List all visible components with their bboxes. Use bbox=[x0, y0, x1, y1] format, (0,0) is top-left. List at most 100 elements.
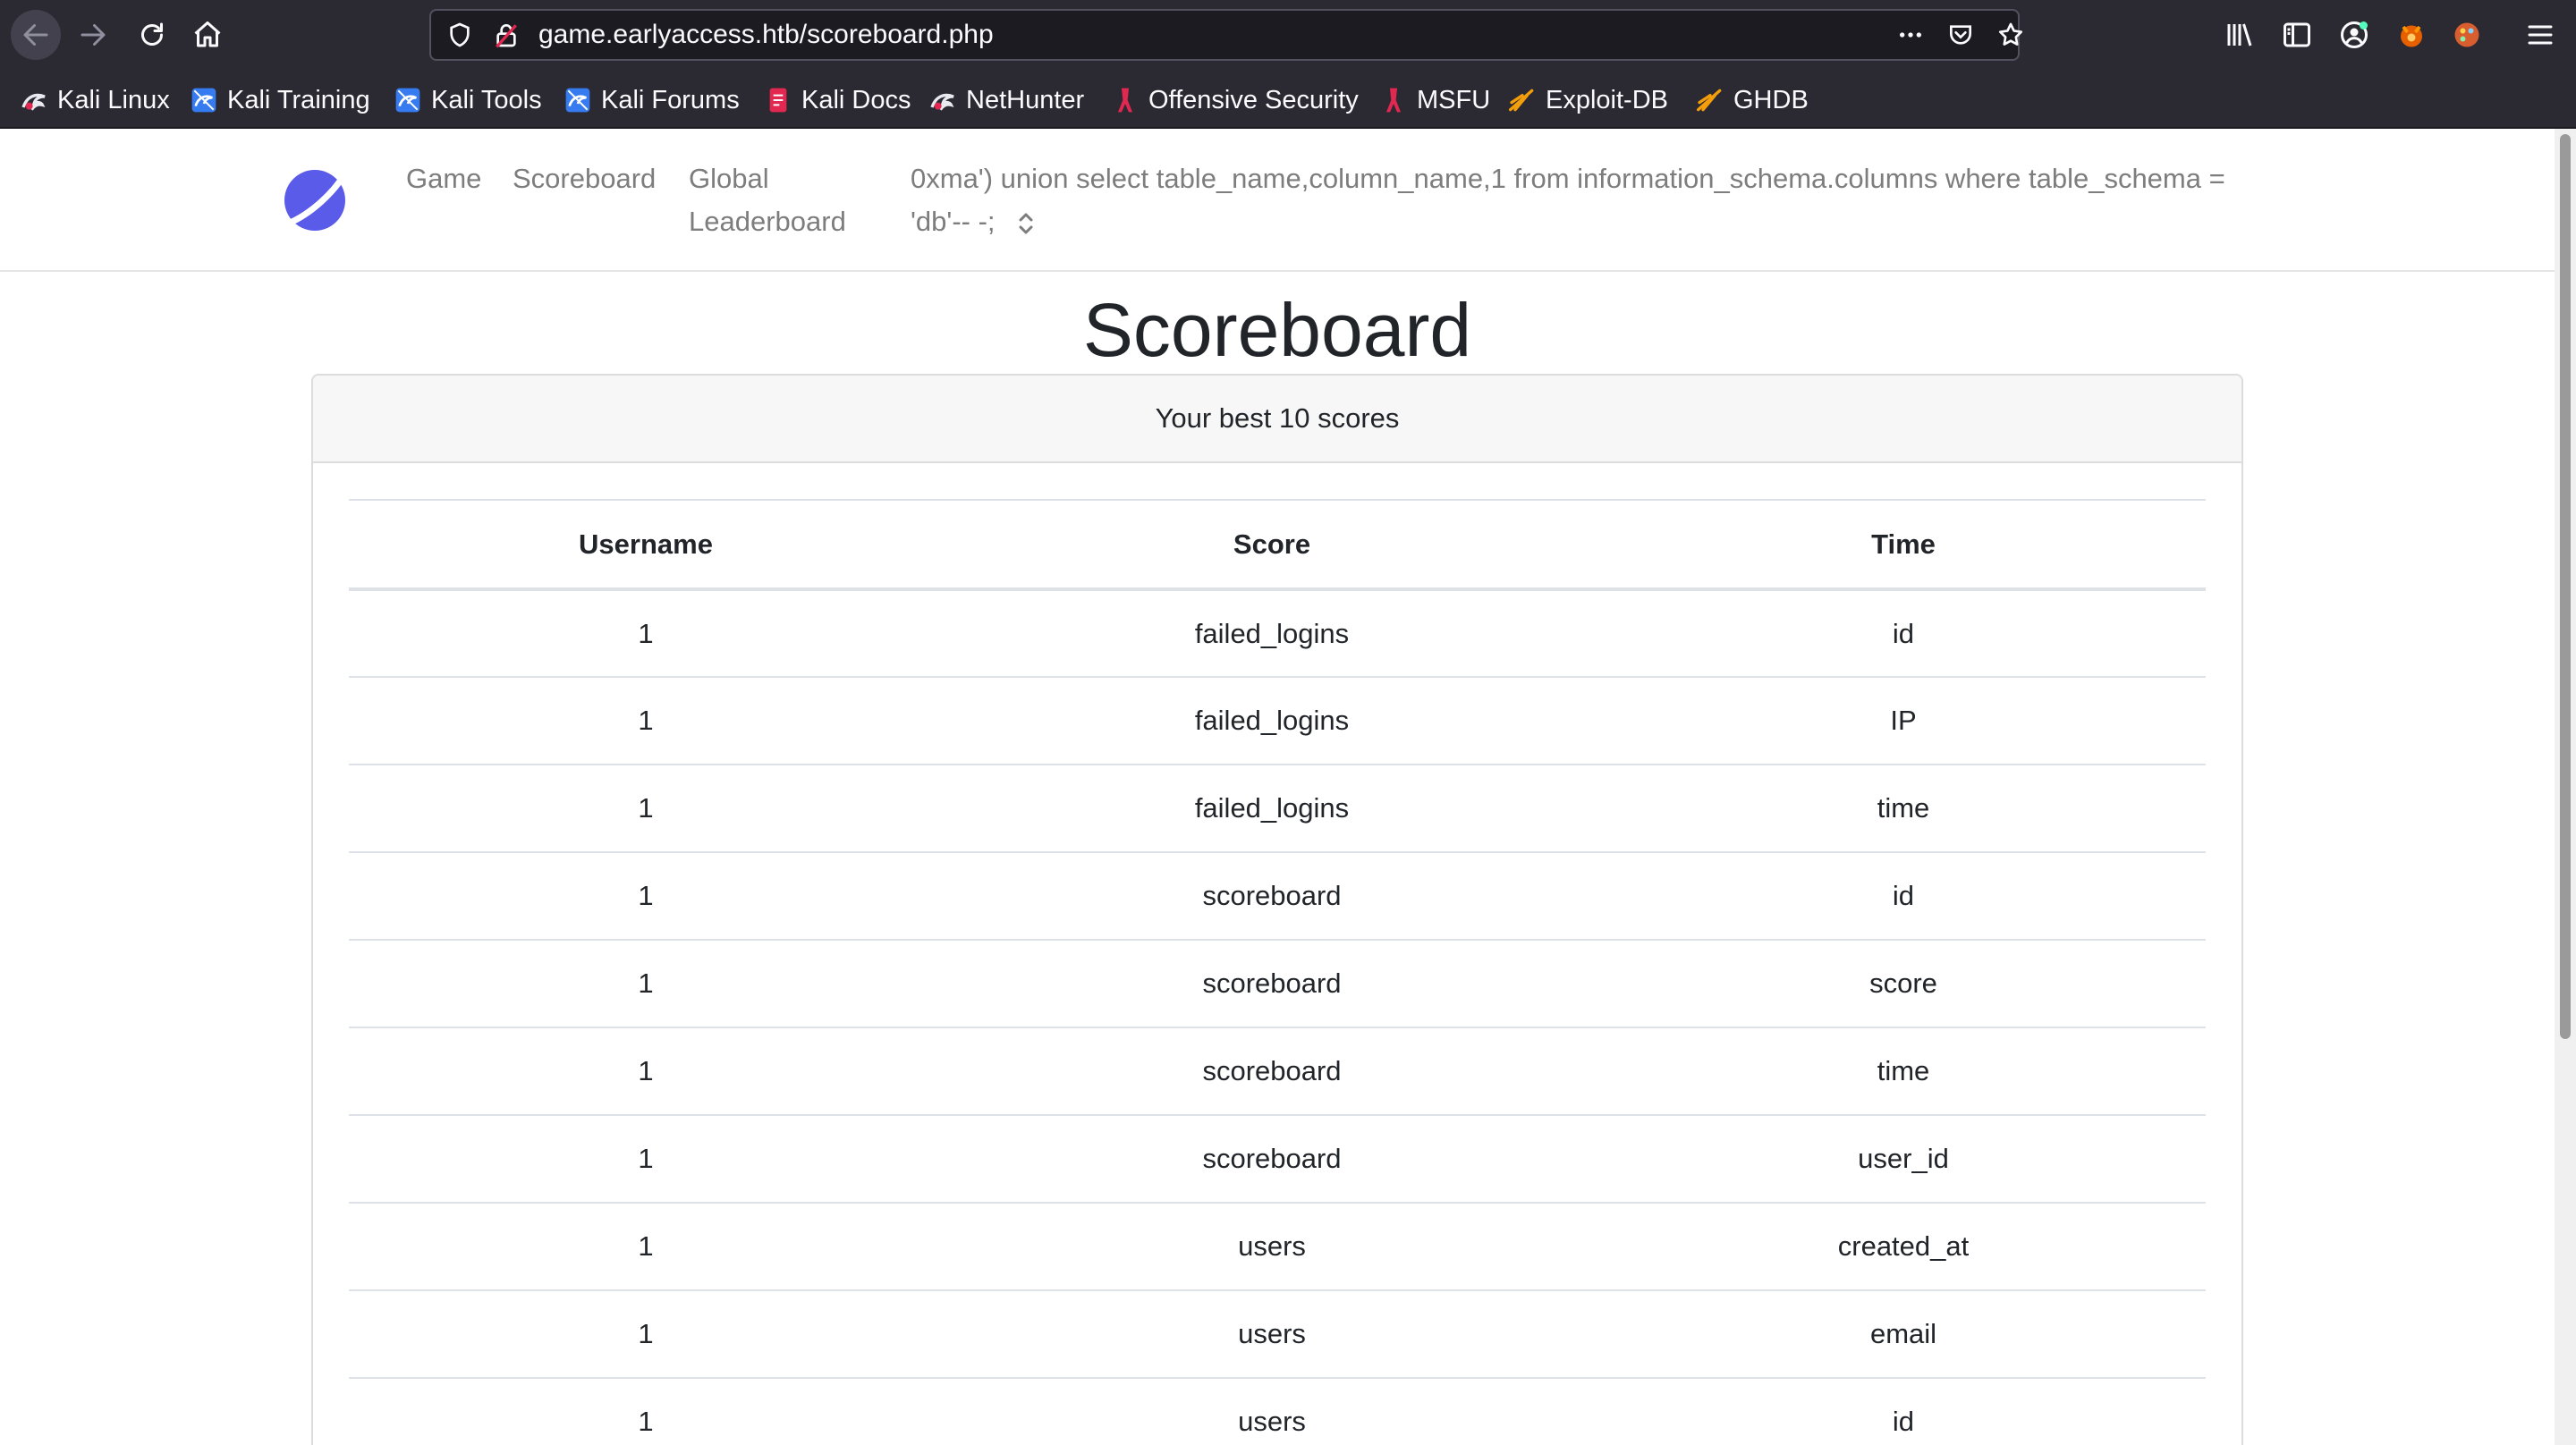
cell-username: 1 bbox=[349, 852, 943, 941]
cell-time: id bbox=[1601, 852, 2206, 941]
offsec-icon bbox=[1386, 88, 1401, 113]
column-header-username: Username bbox=[349, 499, 943, 591]
cell-time: score bbox=[1601, 940, 2206, 1028]
cell-time: email bbox=[1601, 1290, 2206, 1379]
more-actions-icon[interactable] bbox=[1894, 19, 1927, 51]
extension-button[interactable] bbox=[2386, 10, 2436, 60]
home-icon bbox=[194, 21, 221, 47]
table-row: 1 scoreboard time bbox=[349, 1027, 2206, 1116]
nav-link-game[interactable]: Game bbox=[406, 157, 481, 200]
nav-link-global-leaderboard[interactable]: Global Leaderboard bbox=[689, 157, 868, 243]
bookmark-kali-docs[interactable]: Kali Docs bbox=[764, 80, 911, 120]
cell-username: 1 bbox=[349, 1027, 943, 1116]
cell-score: users bbox=[943, 1290, 1601, 1379]
bookmark-kali-forums[interactable]: Kali Forums bbox=[564, 80, 740, 120]
cell-score: failed_logins bbox=[943, 589, 1601, 678]
bookmark-kali-linux[interactable]: Kali Linux bbox=[20, 80, 170, 120]
pocket-icon[interactable] bbox=[1945, 19, 1977, 51]
cell-score: scoreboard bbox=[943, 1115, 1601, 1204]
kali-blue-icon bbox=[191, 88, 216, 113]
username-text: 0xma') union select table_name,column_na… bbox=[911, 163, 2225, 237]
library-button[interactable] bbox=[2215, 10, 2265, 60]
table-row: 1 scoreboard id bbox=[349, 852, 2206, 941]
cell-username: 1 bbox=[349, 765, 943, 853]
exploitdb-icon bbox=[1509, 89, 1534, 112]
user-dropdown[interactable]: 0xma') union select table_name,column_na… bbox=[911, 157, 2261, 243]
menu-button[interactable] bbox=[2515, 10, 2565, 60]
nav-link-scoreboard[interactable]: Scoreboard bbox=[513, 157, 656, 200]
kali-blue-icon bbox=[395, 88, 420, 113]
home-button[interactable] bbox=[182, 10, 233, 60]
extension-button-2[interactable] bbox=[2442, 10, 2492, 60]
scores-table: Username Score Time 1 failed_logins id 1 fa… bbox=[349, 499, 2206, 1445]
cell-score: scoreboard bbox=[943, 940, 1601, 1028]
insecure-lock-icon[interactable] bbox=[490, 19, 522, 51]
scrollbar-thumb[interactable] bbox=[2560, 134, 2571, 1039]
page-scrollbar[interactable] bbox=[2555, 129, 2576, 1445]
cell-time: time bbox=[1601, 765, 2206, 853]
column-header-score: Score bbox=[943, 499, 1601, 591]
chevron-up-down-icon bbox=[1019, 213, 1033, 234]
bookmark-ghdb[interactable]: GHDB bbox=[1696, 80, 1809, 120]
table-row: 1 failed_logins time bbox=[349, 765, 2206, 853]
scores-card: Your best 10 scores Username Score Time … bbox=[311, 374, 2243, 1445]
table-row: 1 scoreboard score bbox=[349, 940, 2206, 1028]
bookmark-kali-training[interactable]: Kali Training bbox=[190, 80, 370, 120]
bookmark-nethunter[interactable]: NetHunter bbox=[928, 80, 1084, 120]
bookmark-exploit-db[interactable]: Exploit-DB bbox=[1508, 80, 1668, 120]
table-row: 1 users email bbox=[349, 1290, 2206, 1379]
cell-time: created_at bbox=[1601, 1203, 2206, 1291]
url-bar[interactable]: game.earlyaccess.htb/scoreboard.php bbox=[429, 9, 2023, 61]
card-header: Your best 10 scores bbox=[313, 376, 2241, 463]
cell-time: time bbox=[1601, 1027, 2206, 1116]
cell-score: failed_logins bbox=[943, 765, 1601, 853]
table-row: 1 users created_at bbox=[349, 1203, 2206, 1291]
site-navbar: Game Scoreboard Global Leaderboard 0xma'… bbox=[0, 129, 2555, 272]
back-button[interactable] bbox=[11, 10, 61, 60]
cell-time: user_id bbox=[1601, 1115, 2206, 1204]
arrow-left-icon bbox=[23, 24, 48, 46]
cell-username: 1 bbox=[349, 677, 943, 765]
bookmark-star-icon[interactable] bbox=[1995, 19, 2027, 51]
page-title: Scoreboard bbox=[1082, 288, 1472, 372]
cell-score: scoreboard bbox=[943, 852, 1601, 941]
browser-toolbar: game.earlyaccess.htb/scoreboard.php bbox=[0, 0, 2576, 70]
offsec-icon bbox=[1118, 88, 1132, 113]
url-text[interactable]: game.earlyaccess.htb/scoreboard.php bbox=[538, 11, 994, 59]
cell-username: 1 bbox=[349, 1290, 943, 1379]
bookmark-kali-tools[interactable]: Kali Tools bbox=[394, 80, 542, 120]
planet-logo-icon[interactable] bbox=[283, 165, 351, 232]
table-row: 1 failed_logins IP bbox=[349, 677, 2206, 765]
cell-score: users bbox=[943, 1378, 1601, 1445]
kali-docs-icon bbox=[769, 88, 787, 113]
reload-icon bbox=[141, 22, 163, 46]
arrow-right-icon bbox=[80, 24, 106, 46]
table-row: 1 scoreboard user_id bbox=[349, 1115, 2206, 1204]
cell-time: IP bbox=[1601, 677, 2206, 765]
cell-score: scoreboard bbox=[943, 1027, 1601, 1116]
kali-dragon-icon bbox=[930, 93, 954, 111]
cell-score: failed_logins bbox=[943, 677, 1601, 765]
palette-icon bbox=[2454, 22, 2479, 47]
cell-username: 1 bbox=[349, 1115, 943, 1204]
bookmark-offensive-security[interactable]: Offensive Security bbox=[1111, 80, 1359, 120]
hamburger-menu-icon bbox=[2528, 25, 2553, 45]
page-content: Game Scoreboard Global Leaderboard 0xma'… bbox=[0, 129, 2555, 1445]
forward-button[interactable] bbox=[68, 10, 118, 60]
cell-username: 1 bbox=[349, 1378, 943, 1445]
cell-time: id bbox=[1601, 589, 2206, 678]
sidebar-button[interactable] bbox=[2272, 10, 2322, 60]
account-icon bbox=[2341, 21, 2368, 48]
table-row: 1 users id bbox=[349, 1378, 2206, 1445]
cell-time: id bbox=[1601, 1378, 2206, 1445]
cell-username: 1 bbox=[349, 940, 943, 1028]
bookmark-msfu[interactable]: MSFU bbox=[1379, 80, 1490, 120]
account-button[interactable] bbox=[2329, 10, 2379, 60]
exploitdb-icon bbox=[1697, 89, 1722, 112]
shield-icon[interactable] bbox=[444, 19, 476, 51]
table-header-row: Username Score Time bbox=[349, 499, 2206, 591]
foxyproxy-icon bbox=[2401, 25, 2422, 47]
reload-button[interactable] bbox=[127, 10, 177, 60]
cell-username: 1 bbox=[349, 589, 943, 678]
cell-username: 1 bbox=[349, 1203, 943, 1291]
